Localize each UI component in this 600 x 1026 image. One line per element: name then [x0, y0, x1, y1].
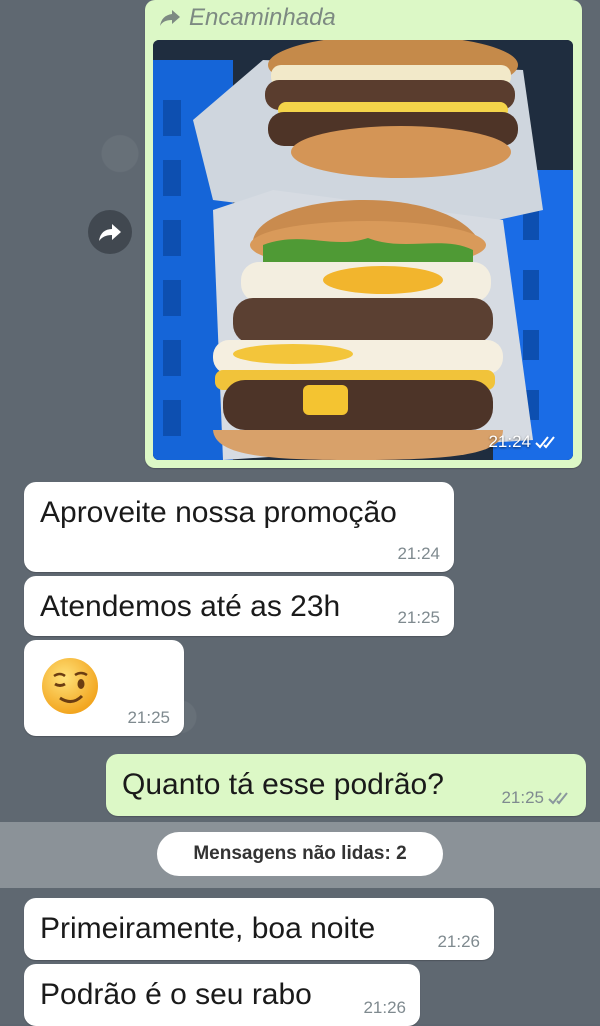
message-text: Podrão é o seu rabo — [40, 978, 312, 1011]
message-bubble-reply[interactable]: Podrão é o seu rabo 21:26 — [24, 964, 420, 1026]
message-bubble-greeting[interactable]: Primeiramente, boa noite 21:26 — [24, 898, 494, 960]
message-time: 21:26 — [437, 932, 480, 951]
message-text: Aproveite nossa promoção — [40, 496, 397, 529]
message-time: 21:26 — [363, 998, 406, 1017]
message-bubble-question[interactable]: Quanto tá esse podrão? 21:25 — [106, 754, 586, 816]
read-ticks-icon — [548, 792, 568, 805]
burger-image — [153, 40, 573, 460]
message-bubble-emoji[interactable]: 21:25 — [24, 640, 184, 736]
message-time: 21:25 — [397, 608, 440, 627]
message-text: Atendemos até as 23h — [40, 590, 341, 623]
message-time: 21:25 — [127, 708, 170, 727]
forward-arrow-icon — [160, 10, 180, 26]
forwarded-label: Encaminhada — [159, 4, 336, 32]
read-ticks-icon — [535, 436, 555, 449]
forward-button[interactable] — [88, 210, 132, 254]
message-bubble-hours[interactable]: Atendemos até as 23h 21:25 — [24, 576, 454, 636]
share-arrow-icon — [99, 224, 121, 241]
message-time: 21:24 — [397, 544, 440, 563]
message-text: Quanto tá esse podrão? — [122, 768, 444, 801]
winking-face-emoji-icon — [42, 658, 98, 714]
message-text: Primeiramente, boa noite — [40, 912, 376, 945]
image-timestamp: 21:24 — [488, 432, 561, 452]
unread-messages-label: Mensagens não lidas: 2 — [157, 832, 443, 876]
message-bubble-promo[interactable]: Aproveite nossa promoção 21:24 — [24, 482, 454, 572]
forwarded-image-message[interactable]: Encaminhada 21:24 — [145, 0, 582, 468]
burger-photo[interactable]: 21:24 — [153, 40, 573, 460]
message-time: 21:25 — [501, 788, 574, 808]
